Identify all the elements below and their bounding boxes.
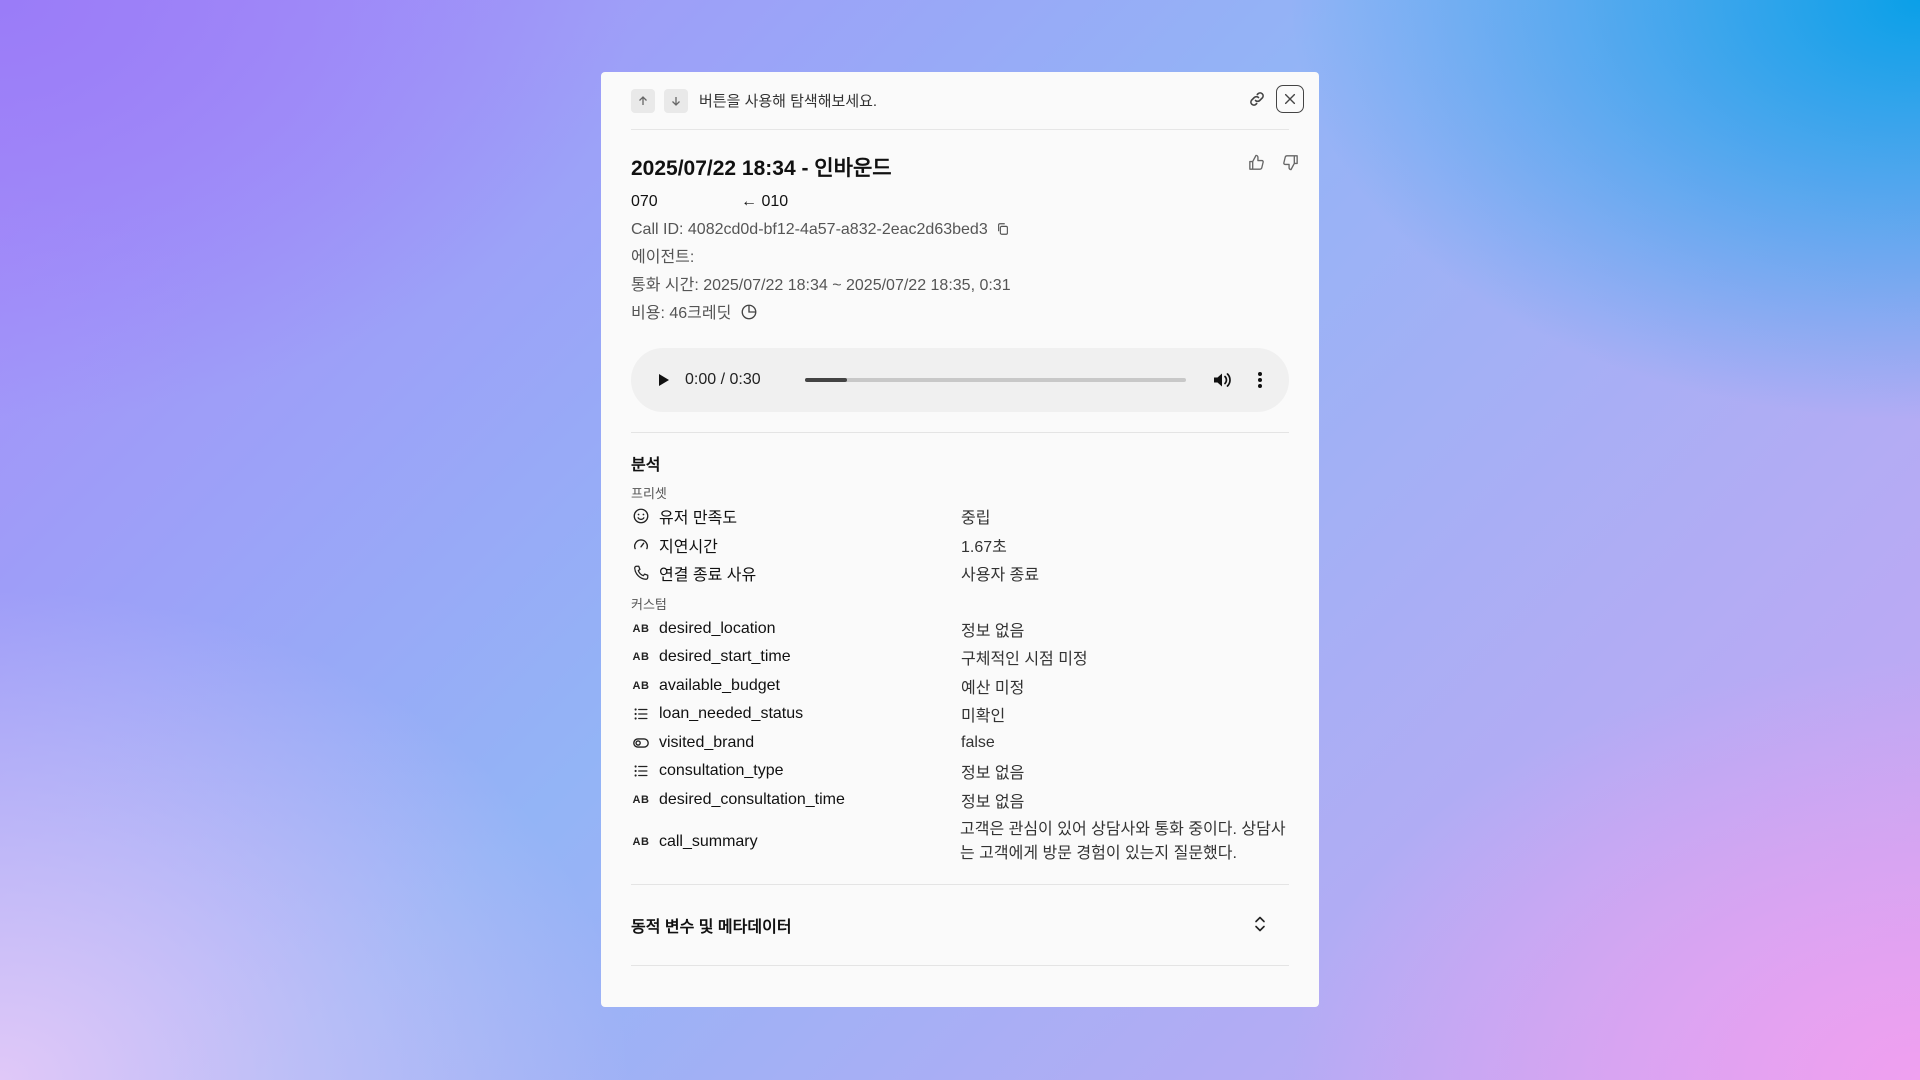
row-label: desired_consultation_time [659,790,845,808]
agent-line: 에이전트: [631,249,695,266]
audio-time: 0:00 / 0:30 [685,371,761,388]
audio-progress-fill [805,378,847,382]
row-value: 중립 [961,510,991,528]
copy-icon[interactable] [996,222,1010,236]
thumbs-up-button[interactable] [1242,148,1270,176]
analysis-row-latency: 지연시간 1.67초 [631,531,1289,560]
close-button[interactable] [1276,85,1304,113]
previous-call-button[interactable] [631,88,655,113]
row-label: 지연시간 [659,538,718,556]
arrow-down-icon [672,96,680,106]
pie-chart-icon[interactable] [740,303,758,321]
row-value: 정보 없음 [961,765,1025,783]
cost-line: 비용: 46크레딧 [631,300,1289,328]
call-id: Call ID: 4082cd0d-bf12-4a57-a832-2eac2d6… [631,221,988,238]
to-number: 070 [631,193,658,210]
call-id-line: Call ID: 4082cd0d-bf12-4a57-a832-2eac2d6… [631,216,1289,244]
audio-seek-bar[interactable] [805,378,1186,382]
row-label: visited_brand [659,733,755,751]
from-number: ← 010 [741,193,789,210]
row-value: 정보 없음 [961,793,1025,811]
link-icon [1250,92,1264,106]
text-type-icon: AB [632,679,650,692]
navigation-hint: 버튼을 사용해 탐색해보세요. [699,93,878,110]
text-type-icon: AB [632,622,650,635]
row-value: 1.67초 [961,538,1007,556]
arrow-up-icon [639,95,647,105]
metadata-title: 동적 변수 및 메타데이터 [631,919,792,936]
call-title: 2025/07/22 18:34 - 인바운드 [631,157,892,180]
phone-icon [631,563,651,583]
chevron-up-down-icon [1255,916,1265,932]
row-value: 고객은 관심이 있어 상담사와 통화 중이다. 상담사는 고객에게 방문 경험이… [960,821,1286,862]
analysis-row-desired-consultation-time: AB desired_consultation_time 정보 없음 [631,786,1289,815]
audio-player: 0:00 / 0:30 [631,348,1289,412]
row-value: 예산 미정 [961,679,1025,697]
call-cost: 비용: 46크레딧 [631,305,732,322]
top-actions [1243,85,1304,113]
row-label: 유저 만족도 [659,510,738,528]
smile-icon [631,506,651,526]
row-label: available_budget [659,676,780,694]
row-label: consultation_type [659,762,784,780]
row-value: false [961,733,995,751]
gauge-icon [631,535,651,555]
row-value: 미확인 [961,708,1006,726]
analysis-row-available-budget: AB available_budget 예산 미정 [631,672,1289,701]
thumbs-down-icon [1282,154,1298,170]
text-type-icon: AB [632,651,650,664]
analysis-row-visited-brand: visited_brand false [631,729,1289,758]
volume-button[interactable] [1211,369,1233,391]
row-label: 연결 종료 사유 [659,567,757,585]
toggle-icon [631,733,651,753]
analysis-row-desired-start-time: AB desired_start_time 구체적인 시점 미정 [631,643,1289,672]
analysis-title: 분석 [631,457,661,474]
copy-link-button[interactable] [1243,85,1271,113]
panel-topbar: 버튼을 사용해 탐색해보세요. [631,72,1304,130]
list-icon [631,761,651,781]
close-icon [1284,93,1296,105]
row-value: 사용자 종료 [961,567,1040,585]
more-options-button[interactable] [1249,369,1271,391]
row-label: call_summary [658,833,758,850]
thumbs-up-icon [1248,154,1264,170]
analysis-row-desired-location: AB desired_location 정보 없음 [631,615,1289,644]
metadata-accordion[interactable]: 동적 변수 및 메타데이터 [631,884,1289,966]
analysis-row-call-summary: AB call_summary 고객은 관심이 있어 상담사와 통화 중이다. … [631,814,1289,870]
next-call-button[interactable] [664,88,688,113]
analysis-row-user-satisfaction: 유저 만족도 중립 [631,502,1289,531]
divider [631,432,1289,433]
play-button[interactable] [653,370,673,390]
row-value: 구체적인 시점 미정 [961,651,1088,669]
analysis-row-loan-needed-status: loan_needed_status 미확인 [631,700,1289,729]
feedback-buttons [1242,148,1304,176]
list-icon [631,704,651,724]
preset-label: 프리셋 [631,486,667,501]
call-detail-panel: 버튼을 사용해 탐색해보세요. 2025/07/22 18:34 - 인바운드 [601,72,1319,1007]
analysis-row-end-reason: 연결 종료 사유 사용자 종료 [631,559,1289,588]
analysis-row-consultation-type: consultation_type 정보 없음 [631,757,1289,786]
text-type-icon: AB [632,793,650,806]
row-value: 정보 없음 [961,622,1025,640]
row-label: loan_needed_status [659,705,804,723]
call-title-row: 2025/07/22 18:34 - 인바운드 [631,152,1298,182]
call-duration: 통화 시간: 2025/07/22 18:34 ~ 2025/07/22 18:… [631,277,1011,294]
thumbs-down-button[interactable] [1276,148,1304,176]
custom-label: 커스텀 [631,596,667,612]
text-type-icon: AB [632,836,650,848]
row-label: desired_location [659,619,776,637]
row-label: desired_start_time [659,648,791,666]
call-numbers: 070 ← 010 [631,188,1289,216]
